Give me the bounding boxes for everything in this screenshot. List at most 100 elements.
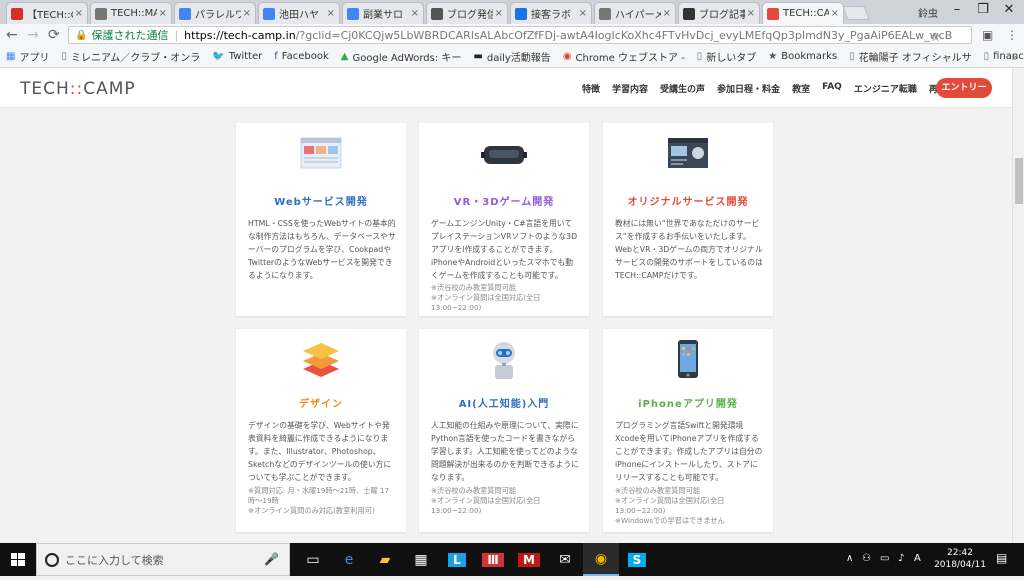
tab-title: パラレルワ [195,10,241,21]
bookmark-item[interactable]: ▬ daily活動報告 [473,49,550,64]
course-title: オリジナルサービス開発 [627,197,749,208]
bookmark-item[interactable]: ▯ ミレニアム／クラブ・オンラ [61,49,200,64]
tab-close-icon[interactable]: × [243,8,251,19]
volume-icon[interactable]: ♪ [898,553,904,564]
taskbar-search-input[interactable]: ここに入力して検索 🎤 [36,543,290,576]
mcafee-icon[interactable]: M [511,543,547,576]
tab-close-icon[interactable]: × [159,8,167,19]
task-view-icon[interactable]: ▭ [295,543,331,576]
taskbar-clock[interactable]: 22:42 2018/04/11 [934,547,986,571]
tab-3[interactable]: 池田ハヤ × [258,2,340,24]
secure-label: 保護された通信 [91,29,169,42]
tab-close-icon[interactable]: × [579,8,587,19]
browser-window-icon [236,137,406,173]
mail-icon-glyph: ✉ [559,551,571,568]
forward-icon[interactable]: → [27,27,39,43]
minimize-icon[interactable]: – [944,2,970,17]
tab-title: 池田ハヤ [279,10,319,21]
tab-9[interactable]: TECH::CA × [762,2,844,24]
maximize-icon[interactable]: ❐ [970,2,996,17]
bookmark-item[interactable]: ▲ Google AdWords: キー [341,49,462,64]
bookmark-item[interactable]: ▯ 新しいタブ [697,49,757,64]
clock-date: 2018/04/11 [934,560,986,570]
grid-app-icon[interactable]: Ⅲ [475,543,511,576]
skype-icon[interactable]: S [619,543,655,576]
tab-close-icon[interactable]: × [831,8,839,19]
tab-4[interactable]: 副業サロ × [342,2,424,24]
site-nav-link[interactable]: 特徴 [582,82,600,95]
star-bookmark-icon[interactable]: ☆ [930,30,941,44]
tab-close-icon[interactable]: × [75,8,83,19]
bookmark-item[interactable]: ★ Bookmarks [768,51,837,62]
tray-caret-icon[interactable]: ∧ [846,553,853,564]
tab-6[interactable]: 接客ラボ × [510,2,592,24]
course-card[interactable]: オリジナルサービス開発 教材には無い“世界であなただけのサービス”を作成するお手伝… [603,123,773,316]
back-icon[interactable]: ← [6,27,18,43]
course-card[interactable]: AI(人工知能)入門 人工知能の仕組みや原理について、実際にPython言語を使っ… [419,329,589,532]
reload-icon[interactable]: ⟳ [48,27,60,43]
bookmark-item[interactable]: 🐦 Twitter [212,51,262,62]
chrome-icon[interactable]: ◉ [583,543,619,576]
tab-title: ブログ発信 [447,10,493,21]
edge-icon[interactable]: e [331,543,367,576]
tab-close-icon[interactable]: × [495,8,503,19]
mail-icon[interactable]: ✉ [547,543,583,576]
site-nav-link[interactable]: 受講生の声 [660,82,705,95]
people-icon[interactable]: ⚇ [862,553,871,564]
url-input[interactable]: 🔒 保護された通信 | https://tech-camp.in/?gclid=… [68,26,972,44]
site-nav-link[interactable]: FAQ [822,82,842,95]
notification-icon[interactable]: ▤ [996,551,1007,565]
site-nav-link[interactable]: エンジニア転職 [854,82,917,95]
course-card[interactable]: VR・3Dゲーム開発 ゲームエンジンUnity・C#言語を用いてプレイステーション… [419,123,589,316]
course-card[interactable]: デザイン デザインの基礎を学び、Webサイトや発表資料を綺麗に作成できるようになり… [236,329,406,532]
tab-2[interactable]: パラレルワ × [174,2,256,24]
tab-close-icon[interactable]: × [411,8,419,19]
l-app-icon[interactable]: L [439,543,475,576]
address-bar: ← → ⟳ 🔒 保護された通信 | https://tech-camp.in/?… [0,24,1024,46]
tab-5[interactable]: ブログ発信 × [426,2,508,24]
ime-icon[interactable]: A [914,553,921,564]
profile-name[interactable]: 鈴虫 [918,5,938,20]
scrollbar[interactable] [1012,68,1024,543]
extension-icon[interactable]: ▣ [982,28,993,42]
course-title: VR・3Dゲーム開発 [453,197,555,208]
site-nav-link[interactable]: 教室 [792,82,810,95]
tab-close-icon[interactable]: × [663,8,671,19]
tab-close-icon[interactable]: × [747,8,755,19]
cortana-icon [45,553,59,567]
bookmarks-overflow-icon[interactable]: » [1011,51,1018,64]
tab-close-icon[interactable]: × [327,8,335,19]
file-explorer-icon[interactable]: ▰ [367,543,403,576]
entry-button[interactable]: エントリー [936,78,992,98]
bookmark-item[interactable]: ▦ アプリ [6,49,49,64]
course-card[interactable]: iPhoneアプリ開発 プログラミング言語Swiftと開発環境Xcodeを用いてi… [603,329,773,532]
course-card[interactable]: Webサービス開発 HTML・CSSを使ったWebサイトの基本的な制作方法はもちろ… [236,123,406,316]
tab-8[interactable]: ブログ記事 × [678,2,760,24]
bookmark-label: Chrome ウェブストア - [575,53,685,64]
microphone-icon[interactable]: 🎤 [264,552,279,566]
close-window-icon[interactable]: ✕ [996,2,1022,17]
bookmark-item[interactable]: f Facebook [274,51,329,62]
bookmark-label: financialwisdom.jp | [993,51,1024,62]
page-icon: ▯ [983,51,990,62]
site-nav-link[interactable]: 参加日程・料金 [717,82,780,95]
tab-title: ブログ記事 [699,10,745,21]
bookmark-label: 花輪陽子 オフィシャルサ [858,53,972,64]
google-icon [347,7,359,20]
menu-icon[interactable]: ⋮ [1006,28,1018,42]
tab-0[interactable]: 【TECH::CA× [6,2,88,24]
bookmark-item[interactable]: ◉ Chrome ウェブストア - [563,49,685,64]
l-app-icon-glyph: L [448,552,466,567]
tab-1[interactable]: TECH::MA × [90,2,172,24]
gmail-icon [11,7,23,20]
tab-7[interactable]: ハイパーメ × [594,2,676,24]
windows-start-icon[interactable] [0,543,36,576]
network-icon[interactable]: ▭ [880,553,889,564]
bookmark-item[interactable]: ▯ 花輪陽子 オフィシャルサ [849,49,972,64]
new-tab-button[interactable] [842,6,870,20]
scrollbar-thumb[interactable] [1015,158,1023,204]
store-icon[interactable]: ▦ [403,543,439,576]
site-logo[interactable]: TECH::CAMP [20,79,136,99]
original-service-icon [603,137,773,173]
site-nav-link[interactable]: 学習内容 [612,82,648,95]
